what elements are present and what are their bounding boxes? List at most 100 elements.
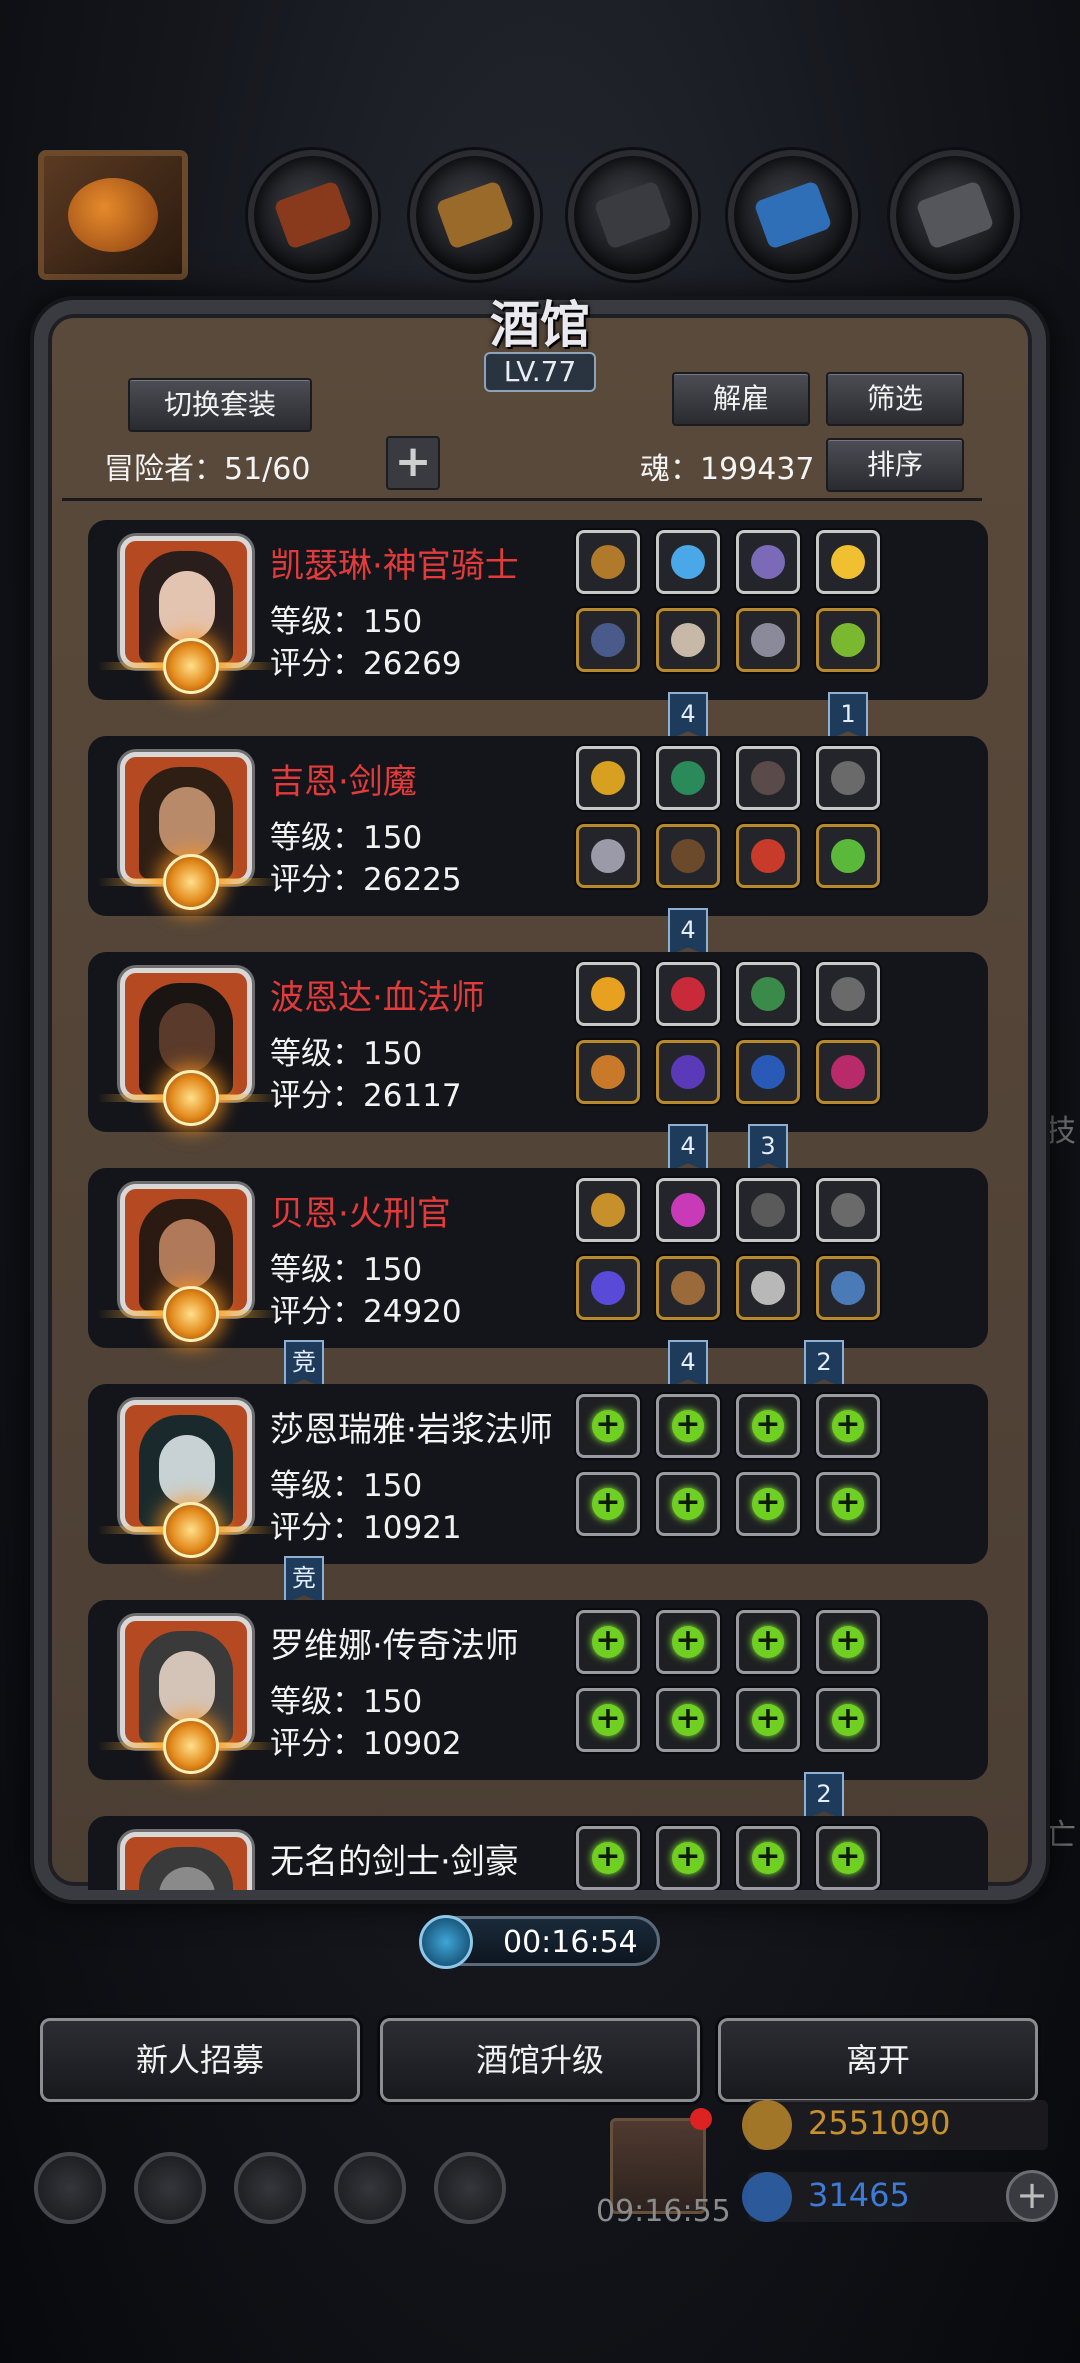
empty-equip-slot[interactable]: + (576, 1394, 640, 1458)
empty-equip-slot[interactable]: + (736, 1472, 800, 1536)
equip-slot[interactable] (576, 746, 640, 810)
tab-event[interactable] (38, 150, 188, 280)
equip-slot[interactable] (656, 608, 720, 672)
equip-slot[interactable] (816, 608, 880, 672)
dismiss-button[interactable]: 解雇 (672, 372, 810, 426)
hero-card[interactable]: 凯瑟琳·神官骑士 等级：150 评分：26269 (88, 520, 988, 700)
equip-slot[interactable] (816, 1178, 880, 1242)
hero-row[interactable]: 无名的剑士·剑豪++++++++ (88, 1816, 988, 1890)
equip-slot[interactable] (656, 746, 720, 810)
tab-ore[interactable] (568, 150, 698, 280)
equip-slot[interactable] (576, 530, 640, 594)
empty-equip-slot[interactable]: + (656, 1610, 720, 1674)
empty-equip-slot[interactable]: + (576, 1826, 640, 1890)
empty-equip-slot[interactable]: + (736, 1394, 800, 1458)
hero-row[interactable]: 凯瑟琳·神官骑士 等级：150 评分：26269 4 1 (88, 520, 988, 740)
empty-equip-slot[interactable]: + (736, 1688, 800, 1752)
equip-slot[interactable] (656, 824, 720, 888)
hero-card[interactable]: 罗维娜·传奇法师 等级：150 评分：10902 + + + + + + + + (88, 1600, 988, 1780)
add-currency-button[interactable]: + (1006, 2170, 1058, 2222)
empty-equip-slot[interactable]: + (736, 1610, 800, 1674)
face-shape (159, 1003, 215, 1073)
equip-slot[interactable] (816, 530, 880, 594)
equip-slot[interactable] (576, 824, 640, 888)
achievement-icon[interactable] (134, 2152, 206, 2224)
equip-slot[interactable] (816, 962, 880, 1026)
guild-icon[interactable] (234, 2152, 306, 2224)
equip-slot[interactable] (736, 1256, 800, 1320)
tab-crystal[interactable] (728, 150, 858, 280)
empty-equip-slot[interactable]: + (656, 1394, 720, 1458)
leave-button[interactable]: 离开 (718, 2018, 1038, 2102)
empty-equip-slot[interactable]: + (576, 1472, 640, 1536)
equip-slot[interactable] (816, 824, 880, 888)
equip-slot[interactable] (656, 1256, 720, 1320)
filter-button[interactable]: 筛选 (826, 372, 964, 426)
empty-equip-slot[interactable]: + (656, 1472, 720, 1536)
add-slot-button[interactable]: + (386, 436, 440, 490)
equip-slot[interactable] (656, 962, 720, 1026)
equip-slot[interactable] (656, 1178, 720, 1242)
empty-equip-slot[interactable]: + (736, 1826, 800, 1890)
equip-slot[interactable] (576, 608, 640, 672)
equip-slot[interactable] (736, 824, 800, 888)
tab-ingot[interactable] (890, 150, 1020, 280)
recruit-button[interactable]: 新人招募 (40, 2018, 360, 2102)
hero-card[interactable]: 波恩达·血法师 等级：150 评分：26117 (88, 952, 988, 1132)
upgrade-tavern-button[interactable]: 酒馆升级 (380, 2018, 700, 2102)
tab-glove[interactable] (248, 150, 378, 280)
empty-equip-slot[interactable]: + (656, 1826, 720, 1890)
hero-card[interactable]: 贝恩·火刑官 等级：150 评分：24920 (88, 1168, 988, 1348)
map-icon[interactable] (434, 2152, 506, 2224)
switch-outfit-button[interactable]: 切换套装 (128, 378, 312, 432)
hero-row[interactable]: 贝恩·火刑官 等级：150 评分：24920 4 2 竞 (88, 1168, 988, 1388)
hero-row[interactable]: 波恩达·血法师 等级：150 评分：26117 4 3 (88, 952, 988, 1172)
equip-slot[interactable] (736, 962, 800, 1026)
add-equip-icon: + (592, 1488, 624, 1520)
empty-equip-slot[interactable]: + (576, 1610, 640, 1674)
equip-slot[interactable] (656, 530, 720, 594)
empty-equip-slot[interactable]: + (816, 1826, 880, 1890)
equipment-icon (751, 545, 785, 579)
equip-slot[interactable] (816, 1040, 880, 1104)
hero-card[interactable]: 吉恩·剑魔 等级：150 评分：26225 (88, 736, 988, 916)
equipment-icon (671, 761, 705, 795)
hero-row[interactable]: 莎恩瑞雅·岩浆法师 等级：150 评分：10921 + + + + + + + + 竞 (88, 1384, 988, 1604)
equip-slot[interactable] (816, 1256, 880, 1320)
equip-slot[interactable] (576, 1040, 640, 1104)
equip-slot[interactable] (736, 1178, 800, 1242)
equip-slot[interactable] (736, 746, 800, 810)
equipment-icon (591, 1271, 625, 1305)
rank-star-icon (163, 1286, 219, 1342)
empty-equip-slot[interactable]: + (816, 1472, 880, 1536)
equip-slot[interactable] (736, 530, 800, 594)
hero-row[interactable]: 罗维娜·传奇法师 等级：150 评分：10902 + + + + + + + +2 (88, 1600, 988, 1820)
hero-row[interactable]: 吉恩·剑魔 等级：150 评分：26225 4 (88, 736, 988, 956)
hero-level: 等级：150 (270, 1036, 423, 1072)
equip-slot[interactable] (576, 1256, 640, 1320)
adventurer-list[interactable]: 凯瑟琳·神官骑士 等级：150 评分：26269 4 1 吉恩·剑魔 等级：150 评分：26… (88, 520, 988, 1890)
equip-slot[interactable] (576, 962, 640, 1026)
tab-material[interactable] (410, 150, 540, 280)
mail-icon[interactable] (334, 2152, 406, 2224)
set-count-flag: 2 (804, 1772, 844, 1820)
sort-button[interactable]: 排序 (826, 438, 964, 492)
equip-slot[interactable] (736, 608, 800, 672)
hero-card[interactable]: 莎恩瑞雅·岩浆法师 等级：150 评分：10921 + + + + + + + + (88, 1384, 988, 1564)
empty-equip-slot[interactable]: + (816, 1394, 880, 1458)
equip-slot[interactable] (816, 746, 880, 810)
settings-icon[interactable] (34, 2152, 106, 2224)
empty-equip-slot[interactable]: + (576, 1688, 640, 1752)
tavern-level-badge: LV.77 (484, 352, 596, 392)
empty-equip-slot[interactable]: + (656, 1688, 720, 1752)
game-clock: 09:16:55 (596, 2194, 731, 2229)
equip-slot[interactable] (736, 1040, 800, 1104)
empty-equip-slot[interactable]: + (816, 1610, 880, 1674)
equipment-icon (831, 1271, 865, 1305)
hero-portrait[interactable] (120, 1832, 252, 1890)
equip-slot[interactable] (576, 1178, 640, 1242)
equipment-icon (751, 839, 785, 873)
empty-equip-slot[interactable]: + (816, 1688, 880, 1752)
hero-card[interactable]: 无名的剑士·剑豪++++++++ (88, 1816, 988, 1890)
equip-slot[interactable] (656, 1040, 720, 1104)
